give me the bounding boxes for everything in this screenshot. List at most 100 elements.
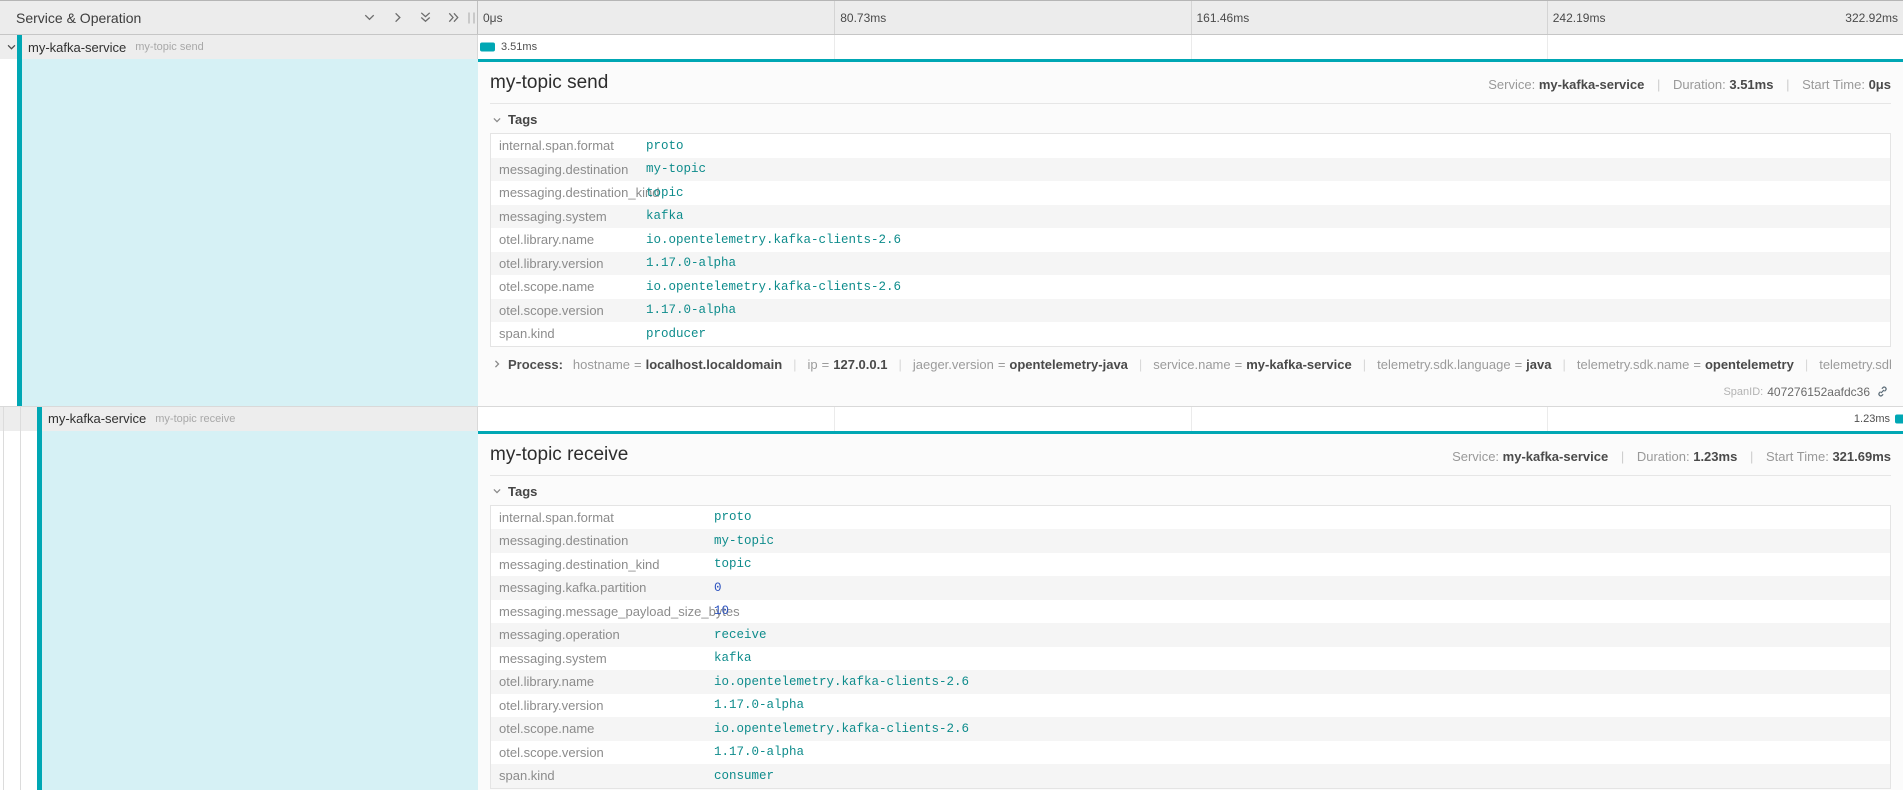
tags-section-header[interactable]: Tags [490, 108, 1891, 133]
tag-key: messaging.message_payload_size_bytes [491, 604, 714, 619]
grid-line [1547, 35, 1548, 59]
tag-key: messaging.destination [491, 162, 646, 177]
tag-key: otel.library.version [491, 698, 714, 713]
grid-line [1191, 35, 1192, 59]
chevron-right-icon[interactable] [390, 10, 405, 25]
tag-value: io.opentelemetry.kafka-clients-2.6 [714, 675, 969, 689]
tag-value: 1.17.0-alpha [714, 745, 804, 759]
tag-key: messaging.system [491, 209, 646, 224]
tag-key: otel.scope.name [491, 721, 714, 736]
detail-meta: Service: my-kafka-service | Duration: 1.… [1452, 442, 1891, 464]
tag-key: messaging.system [491, 651, 714, 666]
tag-row: otel.scope.nameio.opentelemetry.kafka-cl… [491, 717, 1890, 741]
timeline-header: Service & Operation 0μs 80.73ms 161.46ms… [0, 1, 1903, 35]
process-attribute: telemetry.sdk.language=java [1377, 357, 1551, 372]
double-chevron-right-icon[interactable] [446, 10, 461, 25]
tags-section-header[interactable]: Tags [490, 480, 1891, 505]
tag-row: span.kindproducer [491, 322, 1890, 346]
tag-row: messaging.destinationmy-topic [491, 529, 1890, 553]
span-bar-cell[interactable]: 1.23ms [478, 407, 1903, 431]
tag-row: internal.span.formatproto [491, 506, 1890, 530]
chevron-down-icon[interactable] [6, 42, 17, 53]
span-color-bar [37, 407, 42, 431]
tag-row: otel.library.version1.17.0-alpha [491, 252, 1890, 276]
grid-line [834, 35, 835, 59]
double-chevron-down-icon[interactable] [418, 10, 433, 25]
ruler-tick: 161.46ms [1191, 1, 1250, 34]
tag-value: topic [646, 186, 684, 200]
tag-key: span.kind [491, 768, 714, 783]
tag-key: messaging.destination_kind [491, 557, 714, 572]
tag-value: producer [646, 327, 706, 341]
tag-key: internal.span.format [491, 138, 646, 153]
tag-value: 0 [714, 581, 722, 595]
span-color-bar [17, 35, 22, 59]
span-detail-panel: my-topic receive Service: my-kafka-servi… [478, 431, 1903, 790]
ruler-tick: 80.73ms [834, 1, 886, 34]
ruler-tick: 242.19ms [1547, 1, 1606, 34]
process-label: Process: [508, 357, 563, 372]
span-service-name: my-kafka-service [48, 411, 146, 426]
process-section-header[interactable]: Process: hostname=localhost.localdomain |… [490, 347, 1891, 378]
detail-header: my-topic send Service: my-kafka-service … [490, 70, 1891, 96]
attribute-divider: | [898, 357, 901, 372]
tag-row: internal.span.formatproto [491, 134, 1890, 158]
span-row-send[interactable]: my-kafka-service my-topic send 3.51ms [0, 35, 1903, 59]
tag-row: messaging.operationreceive [491, 623, 1890, 647]
tag-value: consumer [714, 769, 774, 783]
tag-key: messaging.destination [491, 533, 714, 548]
span-duration-bar[interactable] [480, 43, 495, 52]
tag-value: 10 [714, 604, 729, 618]
divider [490, 103, 1891, 104]
span-operation-name: my-topic send [135, 41, 203, 53]
tag-key: otel.library.name [491, 232, 646, 247]
indent-guide [3, 407, 4, 431]
tags-table: internal.span.formatprotomessaging.desti… [490, 133, 1891, 347]
grid-line [1547, 407, 1548, 431]
tags-section-title: Tags [508, 484, 537, 499]
tag-key: otel.library.name [491, 674, 714, 689]
chevron-down-icon[interactable] [362, 10, 377, 25]
detail-title: my-topic receive [490, 442, 628, 468]
tag-value: my-topic [714, 534, 774, 548]
attribute-divider: | [1363, 357, 1366, 372]
tag-key: messaging.kafka.partition [491, 580, 714, 595]
span-operation-name: my-topic receive [155, 413, 235, 425]
meta-service-value: my-kafka-service [1539, 77, 1645, 92]
tag-row: messaging.kafka.partition0 [491, 576, 1890, 600]
span-service-name: my-kafka-service [28, 40, 126, 55]
tag-value: 1.17.0-alpha [646, 256, 736, 270]
span-name-cell[interactable]: my-kafka-service my-topic send [0, 35, 478, 59]
span-bar-cell[interactable]: 3.51ms [478, 35, 1903, 59]
span-id-value: 407276152aafdc36 [1767, 385, 1870, 399]
span-detail-receive: my-topic receive Service: my-kafka-servi… [0, 431, 1903, 790]
meta-duration-value: 3.51ms [1729, 77, 1773, 92]
ruler-tick: 322.92ms [1845, 1, 1898, 34]
tag-key: messaging.operation [491, 627, 714, 642]
meta-start-value: 0μs [1869, 77, 1891, 92]
tag-row: messaging.systemkafka [491, 647, 1890, 671]
chevron-down-icon [492, 115, 502, 125]
tag-row: otel.scope.version1.17.0-alpha [491, 299, 1890, 323]
span-duration-bar[interactable] [1895, 414, 1903, 423]
collapse-controls [362, 10, 461, 25]
attribute-divider: | [1562, 357, 1565, 372]
span-row-receive[interactable]: my-kafka-service my-topic receive 1.23ms [0, 407, 1903, 431]
process-attribute: hostname=localhost.localdomain [573, 357, 782, 372]
tag-value: io.opentelemetry.kafka-clients-2.6 [646, 233, 901, 247]
meta-service-value: my-kafka-service [1503, 449, 1609, 464]
process-attribute: jaeger.version=opentelemetry-java [913, 357, 1128, 372]
tag-value: kafka [646, 209, 684, 223]
copy-link-icon[interactable] [1876, 385, 1889, 398]
span-id-row: SpanID: 407276152aafdc36 [490, 378, 1891, 402]
tag-key: otel.scope.version [491, 745, 714, 760]
grid-line [1191, 407, 1192, 431]
timeline-ruler[interactable]: 0μs 80.73ms 161.46ms 242.19ms 322.92ms [478, 1, 1903, 34]
tag-row: messaging.destinationmy-topic [491, 158, 1890, 182]
tag-row: otel.library.version1.17.0-alpha [491, 694, 1890, 718]
tag-value: io.opentelemetry.kafka-clients-2.6 [646, 280, 901, 294]
column-resizer-handle[interactable] [468, 12, 475, 23]
span-duration-label: 1.23ms [1854, 413, 1890, 425]
tag-row: messaging.destination_kindtopic [491, 553, 1890, 577]
span-name-cell[interactable]: my-kafka-service my-topic receive [0, 407, 478, 431]
